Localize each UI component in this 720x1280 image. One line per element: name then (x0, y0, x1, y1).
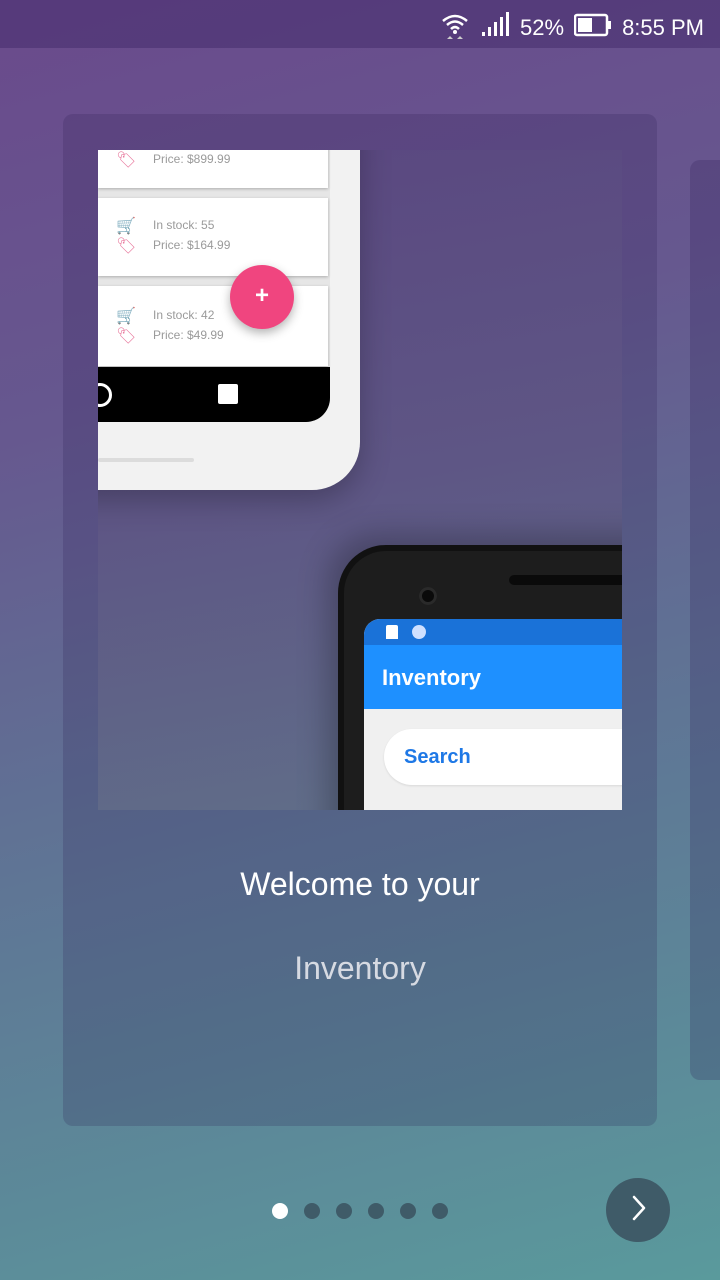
cart-icon: 🛒 (116, 218, 136, 235)
dark-phone-screen: Inventory Search (364, 619, 622, 810)
item-stock: In stock: 42 (153, 308, 215, 322)
mock-search-bar: Search (384, 729, 622, 785)
next-button[interactable] (606, 1178, 670, 1242)
recents-icon (218, 384, 238, 404)
tag-icon: 🏷 (116, 152, 137, 169)
speaker-grille (509, 575, 622, 585)
sd-card-icon (386, 625, 398, 639)
page-dot[interactable] (336, 1203, 352, 1219)
wifi-icon (440, 10, 470, 46)
page-indicator (272, 1203, 448, 1219)
item-price: Price: $49.99 (153, 328, 224, 342)
phone-chin-line (98, 458, 194, 462)
hero-illustration: 🏷 Price: $899.99 🛒 🏷 In stock: 55 Price:… (98, 150, 622, 810)
page-dot-active[interactable] (272, 1203, 288, 1219)
page-dot[interactable] (368, 1203, 384, 1219)
cart-icon: 🛒 (116, 308, 136, 325)
page-dot[interactable] (432, 1203, 448, 1219)
page-dot[interactable] (304, 1203, 320, 1219)
phone-nav-bar (98, 367, 330, 422)
notification-dot-icon (412, 625, 426, 639)
battery-percent: 52% (520, 15, 565, 40)
status-bar: 52% 8:55 PM (0, 0, 720, 48)
next-onboarding-card-peek[interactable] (690, 160, 720, 1080)
clock: 8:55 PM (622, 15, 704, 40)
list-item: 🏷 Price: $899.99 (98, 150, 328, 188)
onboarding-subtitle: Inventory (294, 950, 426, 986)
tag-icon: 🏷 (116, 238, 137, 255)
signal-icon (480, 12, 510, 44)
list-item: 🛒 🏷 In stock: 55 Price: $164.99 (98, 198, 328, 276)
chevron-right-icon (626, 1193, 650, 1228)
light-phone-mockup: 🏷 Price: $899.99 🛒 🏷 In stock: 55 Price:… (98, 150, 360, 490)
mock-app-title: Inventory (364, 645, 622, 709)
item-price: Price: $899.99 (153, 152, 231, 166)
mock-status-bar (364, 619, 622, 645)
light-phone-screen: 🏷 Price: $899.99 🛒 🏷 In stock: 55 Price:… (98, 150, 330, 382)
add-fab-icon: + (230, 265, 294, 329)
item-price: Price: $164.99 (153, 238, 231, 252)
dark-phone-mockup: Inventory Search (338, 545, 622, 810)
home-icon (98, 383, 112, 407)
camera-icon (419, 587, 437, 605)
page-dot[interactable] (400, 1203, 416, 1219)
tag-icon: 🏷 (116, 328, 137, 345)
onboarding-title: Welcome to your (240, 866, 480, 902)
item-stock: In stock: 55 (153, 218, 215, 232)
battery-icon (573, 13, 612, 43)
